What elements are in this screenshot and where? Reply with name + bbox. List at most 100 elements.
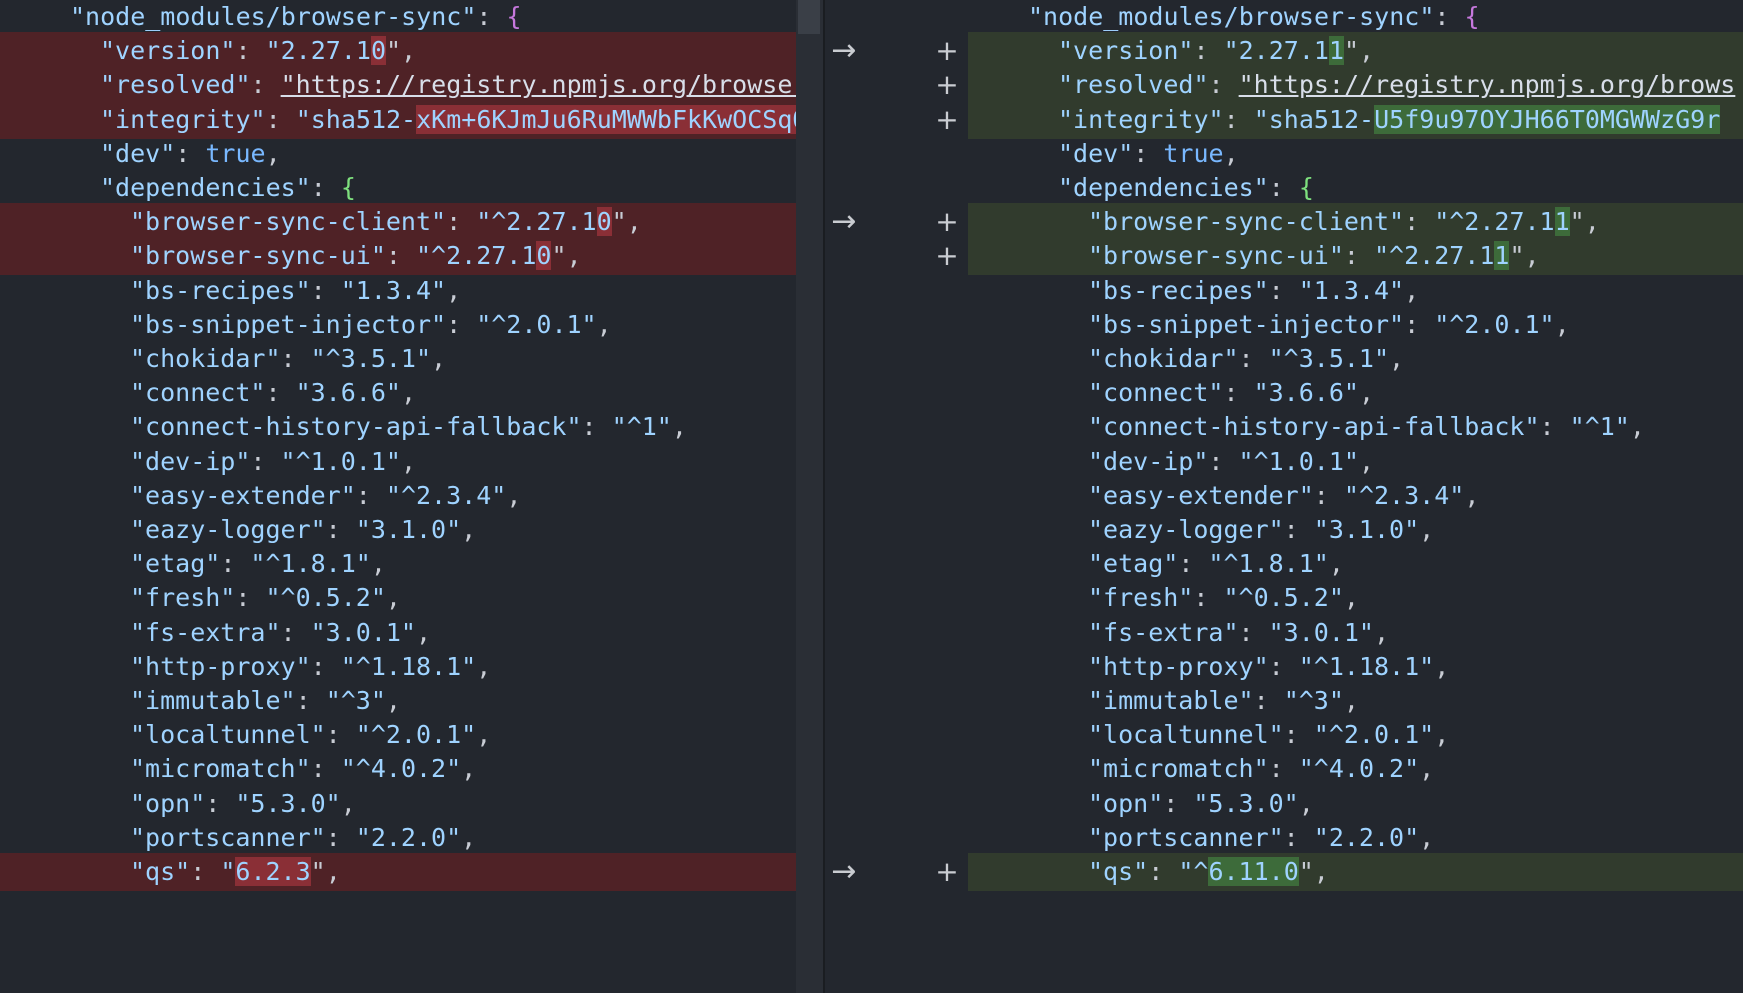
left-code-line[interactable]: "dev": true, [0, 135, 823, 173]
right-code-line[interactable]: "chokidar": "^3.5.1", [968, 340, 1743, 378]
left-code-line[interactable]: "easy-extender": "^2.3.4", [0, 477, 823, 515]
url-link[interactable]: "https://registry.npmjs.org/brows [1239, 70, 1736, 99]
left-pane-scrollbar-thumb[interactable] [798, 0, 820, 34]
right-code-line[interactable]: "dev-ip": "^1.0.1", [968, 443, 1743, 481]
left-code-line[interactable]: "connect-history-api-fallback": "^1", [0, 408, 823, 446]
left-code-line[interactable]: "etag": "^1.8.1", [0, 545, 823, 583]
left-code-line[interactable]: "eazy-logger": "3.1.0", [0, 511, 823, 549]
right-code-line[interactable]: "connect": "3.6.6", [968, 374, 1743, 412]
revert-arrow-icon[interactable]: → [826, 203, 862, 241]
trailing-punct: , [461, 822, 477, 852]
colon: : [1268, 275, 1299, 305]
changed-text: U5f9u97OYJH66T0MGWWzG9r [1374, 104, 1721, 134]
json-key: "connect" [1088, 378, 1224, 408]
left-pane-original[interactable]: "node_modules/browser-sync": {"version":… [0, 0, 823, 993]
pane-divider [823, 0, 825, 993]
left-code-line[interactable]: "bs-recipes": "1.3.4", [0, 272, 823, 310]
changed-text: 6.2.3 [235, 857, 311, 886]
left-code-line[interactable]: "chokidar": "^3.5.1", [0, 340, 823, 378]
left-code-line[interactable]: "fs-extra": "3.0.1", [0, 614, 823, 652]
json-value: "^2.0.1" [1434, 309, 1555, 339]
left-code-line[interactable]: "fresh": "^0.5.2", [0, 579, 823, 617]
right-code-line[interactable]: "dependencies": { [968, 169, 1743, 207]
right-code-line[interactable]: "opn": "5.3.0", [968, 785, 1743, 823]
colon: : [280, 617, 311, 647]
right-code-line[interactable]: "bs-snippet-injector": "^2.0.1", [968, 306, 1743, 344]
right-code-line[interactable]: "fresh": "^0.5.2", [968, 579, 1743, 617]
right-code-line[interactable]: "version": "2.27.11", [968, 32, 1743, 71]
left-code-line[interactable]: "immutable": "^3", [0, 682, 823, 720]
right-code-line[interactable]: "qs": "^6.11.0", [968, 853, 1743, 891]
left-code-line[interactable]: "dependencies": { [0, 169, 823, 207]
json-key: "immutable" [1088, 686, 1254, 715]
json-key: "eazy-logger" [130, 515, 326, 544]
right-code-line[interactable]: "http-proxy": "^1.18.1", [968, 648, 1743, 686]
left-code-line[interactable]: "http-proxy": "^1.18.1", [0, 648, 823, 686]
left-code-line[interactable]: "micromatch": "^4.0.2", [0, 750, 823, 788]
right-code-line[interactable]: "browser-sync-ui": "^2.27.11", [968, 237, 1743, 276]
left-pane-scrollbar[interactable] [796, 0, 823, 993]
code-text: "http-proxy": "^1.18.1", [130, 648, 491, 686]
right-pane-modified[interactable]: "node_modules/browser-sync": {"version":… [968, 0, 1743, 993]
code-text: "fresh": "^0.5.2", [130, 579, 401, 617]
left-code-line[interactable]: "browser-sync-client": "^2.27.10", [0, 203, 823, 242]
revert-arrow-icon[interactable]: → [826, 32, 862, 70]
code-text: "opn": "5.3.0", [130, 785, 356, 823]
left-code-line[interactable]: "portscanner": "2.2.0", [0, 819, 823, 857]
left-code-line[interactable]: "bs-snippet-injector": "^2.0.1", [0, 306, 823, 344]
left-code-line[interactable]: "resolved": "https://registry.npmjs.org/… [0, 66, 823, 105]
json-key: "portscanner" [1088, 822, 1284, 852]
right-code-line[interactable]: "fs-extra": "3.0.1", [968, 614, 1743, 652]
code-text: "bs-recipes": "1.3.4", [130, 272, 461, 310]
json-value: "^4.0.2" [340, 754, 462, 784]
trailing-punct: , [1223, 138, 1239, 168]
colon: : [175, 138, 206, 168]
right-code-line[interactable]: "micromatch": "^4.0.2", [968, 750, 1743, 788]
code-text: "fresh": "^0.5.2", [1088, 579, 1359, 617]
right-code-line[interactable]: "easy-extender": "^2.3.4", [968, 477, 1743, 515]
revert-arrow-icon[interactable]: → [826, 853, 862, 891]
added-line-plus-icon: + [935, 205, 959, 239]
left-code-line[interactable]: "localtunnel": "^2.0.1", [0, 716, 823, 754]
json-value: "^2.3.4" [385, 480, 507, 510]
code-text: "easy-extender": "^2.3.4", [130, 477, 521, 515]
json-value: "^2.0.1" [1313, 720, 1435, 750]
right-code-line[interactable]: "eazy-logger": "3.1.0", [968, 511, 1743, 549]
left-code-line[interactable]: "dev-ip": "^1.0.1", [0, 443, 823, 481]
right-code-line[interactable]: "dev": true, [968, 135, 1743, 173]
colon: : [1178, 549, 1209, 579]
code-text: "bs-snippet-injector": "^2.0.1", [1088, 306, 1570, 344]
diff-view: "node_modules/browser-sync": {"version":… [0, 0, 1743, 993]
right-code-line[interactable]: "node_modules/browser-sync": { [968, 0, 1743, 36]
right-code-line[interactable]: "bs-recipes": "1.3.4", [968, 272, 1743, 310]
colon: : [310, 275, 341, 305]
left-code-line[interactable]: "integrity": "sha512-xKm+6KJmJu6RuMWWbFk… [0, 100, 823, 139]
right-code-line[interactable]: "browser-sync-client": "^2.27.11", [968, 203, 1743, 242]
trailing-punct: ", [1509, 241, 1540, 271]
left-code-line[interactable]: "opn": "5.3.0", [0, 785, 823, 823]
left-code-line[interactable]: "browser-sync-ui": "^2.27.10", [0, 237, 823, 276]
right-code-line[interactable]: "immutable": "^3", [968, 682, 1743, 720]
left-code-line[interactable]: "node_modules/browser-sync": { [0, 0, 823, 36]
left-code-line[interactable]: "qs": "6.2.3", [0, 853, 823, 891]
json-key: "easy-extender" [130, 480, 356, 510]
added-line-plus-icon: + [935, 34, 959, 68]
code-text: "dependencies": { [1058, 169, 1314, 207]
right-code-line[interactable]: "connect-history-api-fallback": "^1", [968, 408, 1743, 446]
code-text: "chokidar": "^3.5.1", [130, 340, 446, 378]
right-code-line[interactable]: "integrity": "sha512-U5f9u97OYJH66T0MGWW… [968, 100, 1743, 139]
colon: : [310, 651, 341, 681]
right-code-line[interactable]: "localtunnel": "^2.0.1", [968, 716, 1743, 754]
right-code-line[interactable]: "resolved": "https://registry.npmjs.org/… [968, 66, 1743, 105]
right-code-line[interactable]: "portscanner": "2.2.0", [968, 819, 1743, 857]
code-text: "dev-ip": "^1.0.1", [130, 443, 416, 481]
code-text: "etag": "^1.8.1", [1088, 545, 1344, 583]
trailing-punct: ", [1344, 36, 1375, 66]
right-code-line[interactable]: "etag": "^1.8.1", [968, 545, 1743, 583]
json-key: "resolved" [100, 70, 251, 100]
left-code-line[interactable]: "connect": "3.6.6", [0, 374, 823, 412]
json-value: "^ [1178, 857, 1209, 886]
url-link[interactable]: "https://registry.npmjs.org/browser [281, 70, 808, 99]
left-code-line[interactable]: "version": "2.27.10", [0, 32, 823, 71]
trailing-punct: , [1419, 515, 1435, 544]
